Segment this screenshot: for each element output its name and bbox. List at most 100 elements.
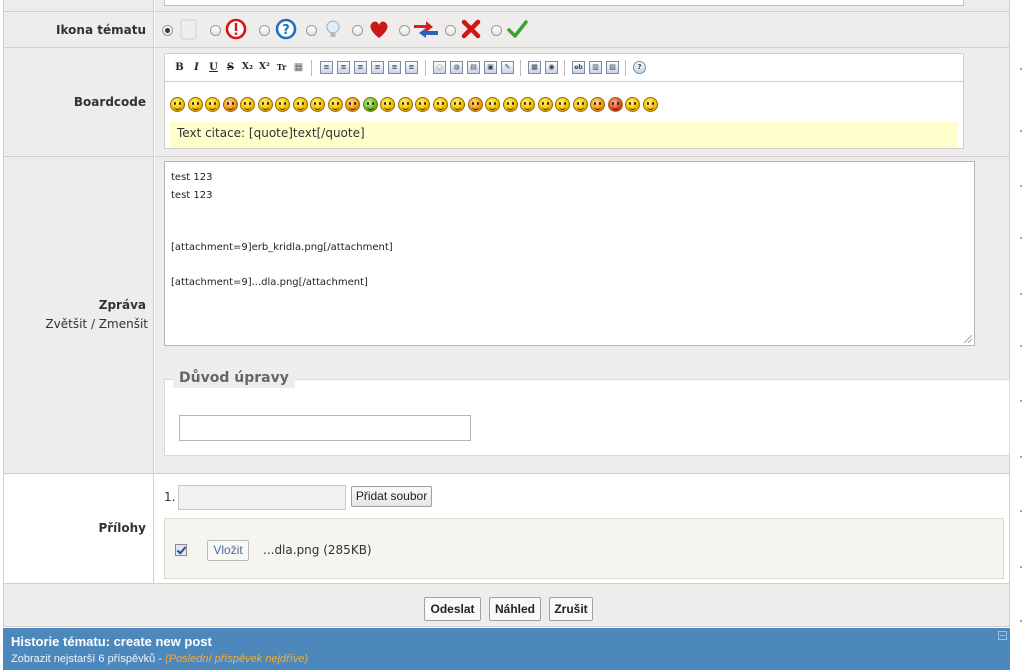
smiley-icon[interactable] — [432, 97, 448, 112]
smiley-icon[interactable] — [415, 97, 430, 112]
topic-icon-radio-arrows[interactable] — [399, 25, 410, 36]
smiley-icon[interactable] — [380, 97, 395, 112]
red-x-icon[interactable] — [460, 18, 482, 40]
smiley-icon[interactable] — [275, 97, 290, 112]
add-file-button[interactable]: Přidat soubor — [351, 486, 432, 507]
smiley-icon[interactable] — [205, 97, 220, 112]
topic-icon-radio-x[interactable] — [445, 25, 456, 36]
ebay-icon[interactable]: eb — [572, 61, 585, 74]
smiley-icon[interactable] — [642, 97, 658, 112]
italic-button[interactable]: I — [190, 61, 203, 74]
strike-button[interactable]: S — [224, 61, 237, 74]
smiley-icon[interactable] — [467, 97, 483, 112]
media-icon[interactable]: ▦ — [528, 61, 541, 74]
smiley-icon[interactable] — [292, 97, 308, 112]
smiley-icon[interactable] — [345, 97, 360, 112]
topic-icon-radio-exclamation[interactable] — [210, 25, 221, 36]
quote-icon[interactable]: ◌ — [433, 61, 446, 74]
smiley-icon[interactable] — [502, 97, 518, 112]
table-button[interactable]: ▦ — [292, 61, 305, 74]
show-oldest-link[interactable]: Zobrazit nejstarší 6 příspěvků - — [11, 653, 165, 665]
submit-button[interactable]: Odeslat — [424, 597, 481, 621]
svg-text:?: ? — [282, 23, 290, 38]
smiley-icon[interactable] — [572, 97, 588, 112]
smiley-icon[interactable] — [327, 97, 343, 112]
smiley-icon[interactable] — [590, 97, 605, 112]
list-item-icon[interactable]: ≡ — [354, 61, 367, 74]
bullet-list-icon[interactable]: ≡ — [320, 61, 333, 74]
topic-icon-radio-question[interactable] — [259, 25, 270, 36]
smiley-icon[interactable] — [310, 97, 325, 112]
attachment-name: ...dla.png — [263, 543, 320, 557]
heart-icon[interactable] — [368, 18, 390, 40]
subject-input[interactable] — [164, 0, 964, 6]
code-icon[interactable]: ▤ — [467, 61, 480, 74]
scroll-mark — [1020, 456, 1022, 458]
film-icon[interactable]: ▥ — [589, 61, 602, 74]
toolbar-separator — [311, 60, 312, 76]
align-left-icon[interactable]: ≡ — [371, 61, 384, 74]
spoiler-icon[interactable]: ◍ — [450, 61, 463, 74]
scroll-mark — [1020, 68, 1022, 70]
teletype-button[interactable]: Tr — [275, 61, 288, 74]
collapse-icon[interactable] — [998, 631, 1007, 640]
smiley-icon[interactable] — [520, 97, 535, 112]
submit-bar: Odeslat Náhled Zrušit — [4, 584, 1009, 626]
shrink-link[interactable]: Zmenšit — [99, 317, 148, 331]
smiley-icon[interactable] — [537, 97, 553, 112]
link-icon[interactable]: ✎ — [501, 61, 514, 74]
underline-button[interactable]: U — [207, 61, 220, 74]
arrows-icon[interactable] — [412, 18, 440, 40]
subscript-button[interactable]: X₂ — [241, 61, 254, 74]
toolbar-separator — [520, 60, 521, 76]
numbered-list-icon[interactable]: ≡ — [337, 61, 350, 74]
topic-icon-label: Ikona tématu — [56, 23, 146, 37]
smiley-icon[interactable] — [625, 97, 640, 112]
edit-reason-input[interactable] — [179, 415, 471, 441]
latest-first-link[interactable]: (Poslední příspěvek nejdříve) — [165, 653, 308, 665]
checkmark-icon[interactable] — [506, 18, 528, 40]
blank-icon[interactable] — [177, 18, 199, 40]
lightbulb-icon[interactable] — [322, 18, 344, 40]
cancel-button[interactable]: Zrušit — [549, 597, 593, 621]
smiley-icon[interactable] — [170, 97, 185, 112]
topic-icon-radio-check[interactable] — [491, 25, 502, 36]
map-icon[interactable]: ◉ — [545, 61, 558, 74]
exclamation-icon[interactable] — [225, 18, 247, 40]
align-right-icon[interactable]: ≡ — [405, 61, 418, 74]
smiley-icon[interactable] — [240, 97, 255, 112]
question-icon[interactable]: ? — [275, 18, 297, 40]
topic-icon-radio-heart[interactable] — [352, 25, 363, 36]
topic-icon-label-cell: Ikona tématu — [4, 12, 154, 47]
image-icon[interactable]: ▣ — [484, 61, 497, 74]
help-icon[interactable]: ? — [633, 61, 646, 74]
smiley-icon[interactable] — [607, 97, 623, 112]
attachment-checkbox[interactable] — [175, 544, 187, 556]
preview-button[interactable]: Náhled — [489, 597, 541, 621]
attachments-field: 1. Přidat soubor Vložit ...dla.png (285K… — [155, 474, 1009, 583]
smiley-icon[interactable] — [257, 97, 273, 112]
smiley-icon[interactable] — [485, 97, 500, 112]
smiley-icon[interactable] — [555, 97, 570, 112]
history-title: Historie tématu: create new post — [11, 634, 212, 649]
resize-grip-icon[interactable] — [964, 335, 972, 343]
bold-button[interactable]: B — [173, 61, 186, 74]
smiley-icon[interactable] — [397, 97, 413, 112]
message-textarea[interactable]: test 123 test 123 [attachment=9]erb_krid… — [164, 161, 975, 346]
align-center-icon[interactable]: ≡ — [388, 61, 401, 74]
file-input[interactable] — [178, 485, 346, 510]
picture-icon[interactable]: ▨ — [606, 61, 619, 74]
smiley-icon[interactable] — [450, 97, 465, 112]
smiley-icon[interactable] — [187, 97, 203, 112]
attachment-filename: ...dla.png (285KB) — [263, 543, 372, 557]
topic-icon-radio-lightbulb[interactable] — [306, 25, 317, 36]
boardcode-field: B I U S X₂ X² Tr ▦ ≡ ≡ ≡ ≡ ≡ ≡ ◌ ◍ ▤ ▣ ✎… — [155, 48, 1009, 156]
smiley-icon[interactable] — [362, 97, 378, 112]
superscript-button[interactable]: X² — [258, 61, 271, 74]
smiley-icon[interactable] — [222, 97, 238, 112]
enlarge-link[interactable]: Zvětšit — [45, 317, 87, 331]
message-label: Zpráva — [98, 298, 146, 312]
edit-reason-fieldset: Důvod úpravy — [164, 370, 1010, 456]
topic-icon-radio-none[interactable] — [162, 25, 173, 36]
insert-attachment-button[interactable]: Vložit — [207, 540, 249, 561]
